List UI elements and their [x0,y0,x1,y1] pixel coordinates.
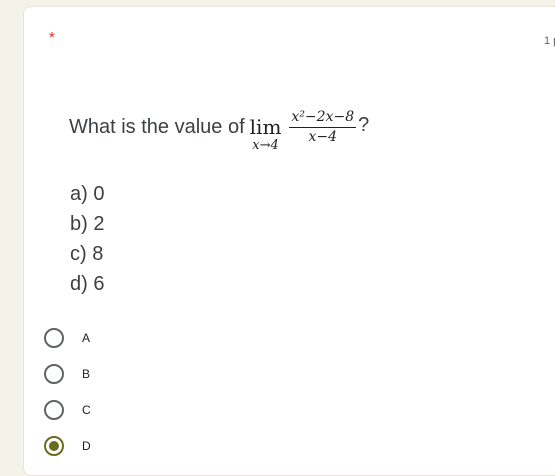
choice-c[interactable]: C [44,392,91,428]
choice-label-c: C [82,403,91,417]
choice-label-d: D [82,439,91,453]
required-marker: * [49,29,55,46]
choice-d[interactable]: D [44,428,91,464]
option-text-d: d) 6 [70,273,105,295]
radio-button-c[interactable] [44,400,64,420]
fraction: x²−2x−8 x−4 [289,109,357,146]
radio-group: A B C D [44,320,91,464]
answer-options-list: a) 0 b) 2 c) 8 d) 6 [70,179,104,299]
question-text: What is the value of [69,115,245,138]
limit-word: lim [249,115,282,139]
question-card: * 1 p What is the value of lim x→4 x²−2x… [23,6,555,476]
radio-button-b[interactable] [44,364,64,384]
fraction-numerator: x²−2x−8 [289,109,357,128]
fraction-denominator: x−4 [308,128,338,145]
option-text-c: c) 8 [70,243,104,265]
limit-expression: lim x→4 [250,116,282,154]
choice-b[interactable]: B [44,356,91,392]
radio-button-d[interactable] [44,436,64,456]
limit-subscript: x→4 [252,138,279,153]
points-label: 1 p [544,35,555,47]
option-text-b: b) 2 [70,213,105,235]
choice-label-b: B [82,367,91,381]
choice-a[interactable]: A [44,320,91,356]
question-mark: ? [358,113,370,136]
option-text-a: a) 0 [70,183,105,205]
question-title: What is the value of lim x→4 x²−2x−8 x−4… [69,99,369,155]
choice-label-a: A [82,331,91,345]
radio-button-a[interactable] [44,328,64,348]
